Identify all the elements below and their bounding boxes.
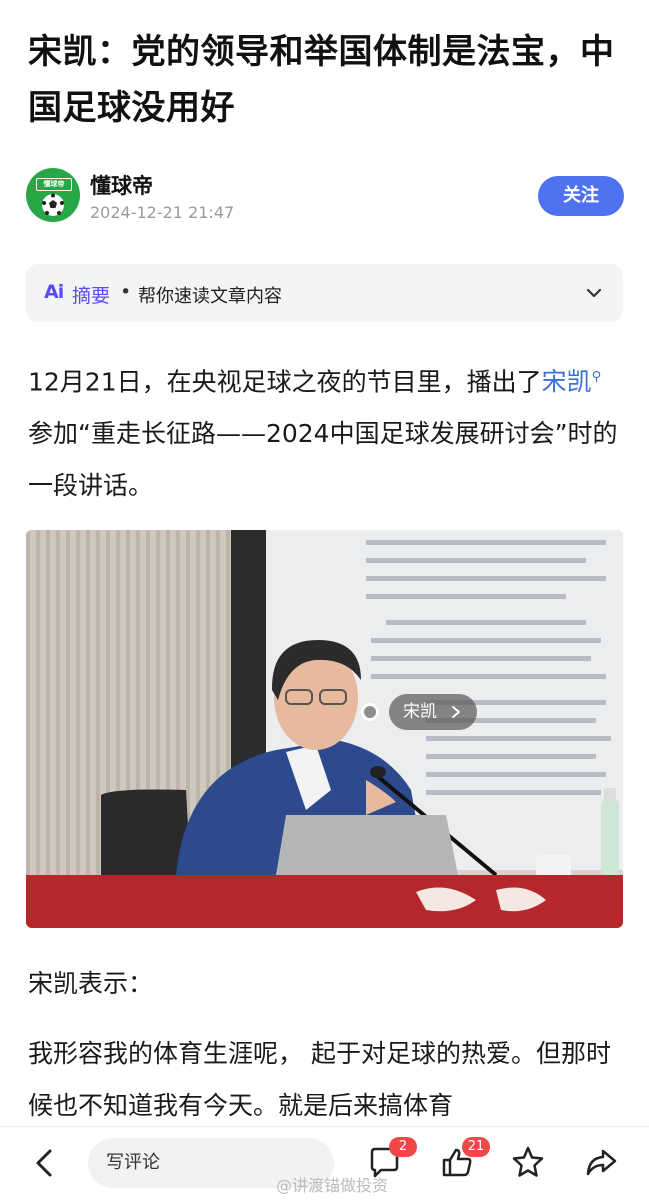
ai-summary-bar[interactable]: Ai 摘要 • 帮你速读文章内容: [26, 264, 623, 322]
share-button[interactable]: [584, 1145, 618, 1179]
article-paragraph: 12月21日，在央视足球之夜的节目里，播出了宋凯⚲ 参加“重走长征路——2024…: [28, 352, 626, 512]
author-name[interactable]: 懂球帝: [90, 170, 153, 200]
share-icon: [586, 1149, 617, 1176]
speaker-photo: [26, 530, 623, 928]
avatar-label: 懂球帝: [36, 178, 72, 191]
chevron-down-icon[interactable]: [585, 284, 603, 302]
chevron-right-icon: [452, 706, 460, 718]
person-tag-label: 宋凯: [403, 702, 437, 722]
author-avatar[interactable]: 懂球帝: [26, 168, 80, 222]
person-tag[interactable]: 宋凯: [361, 694, 477, 730]
comment-count-badge: 2: [389, 1137, 417, 1157]
like-button[interactable]: 21: [440, 1137, 490, 1179]
person-link-text: 宋凯: [541, 367, 592, 397]
article-photo[interactable]: [26, 530, 623, 928]
paragraph-text: 12月21日，在央视足球之夜的节目里，播出了: [28, 367, 542, 397]
follow-button[interactable]: 关注: [538, 176, 624, 216]
search-icon: ⚲: [591, 370, 602, 385]
author-row: 懂球帝 懂球帝 2024-12-21 21:47 关注: [26, 166, 624, 226]
ai-icon: Ai: [44, 281, 64, 303]
paragraph-text: 参加“重走长征路——2024中国足球发展研讨会”时的一段讲话。: [28, 419, 618, 501]
favorite-button[interactable]: [511, 1145, 545, 1179]
article-title: 宋凯：党的领导和举国体制是法宝，中国足球没用好: [28, 32, 615, 128]
summary-description: 帮你速读文章内容: [138, 286, 282, 307]
tag-anchor-icon: [361, 703, 379, 721]
star-icon: [512, 1146, 544, 1177]
person-link[interactable]: 宋凯⚲: [542, 367, 602, 396]
article-paragraph: 宋凯表示：: [28, 969, 154, 998]
summary-label: 摘要: [72, 285, 111, 307]
summary-separator: •: [120, 281, 132, 303]
like-count-badge: 21: [462, 1137, 490, 1157]
back-icon[interactable]: [30, 1147, 56, 1179]
watermark: @讲渡锚做投资: [276, 1176, 389, 1195]
publish-time: 2024-12-21 21:47: [90, 203, 235, 222]
football-icon: [42, 193, 64, 216]
article-paragraph: 我形容我的体育生涯呢， 起于对足球的热爱。但那时候也不知道我有今天。就是后来搞体…: [28, 1039, 611, 1120]
